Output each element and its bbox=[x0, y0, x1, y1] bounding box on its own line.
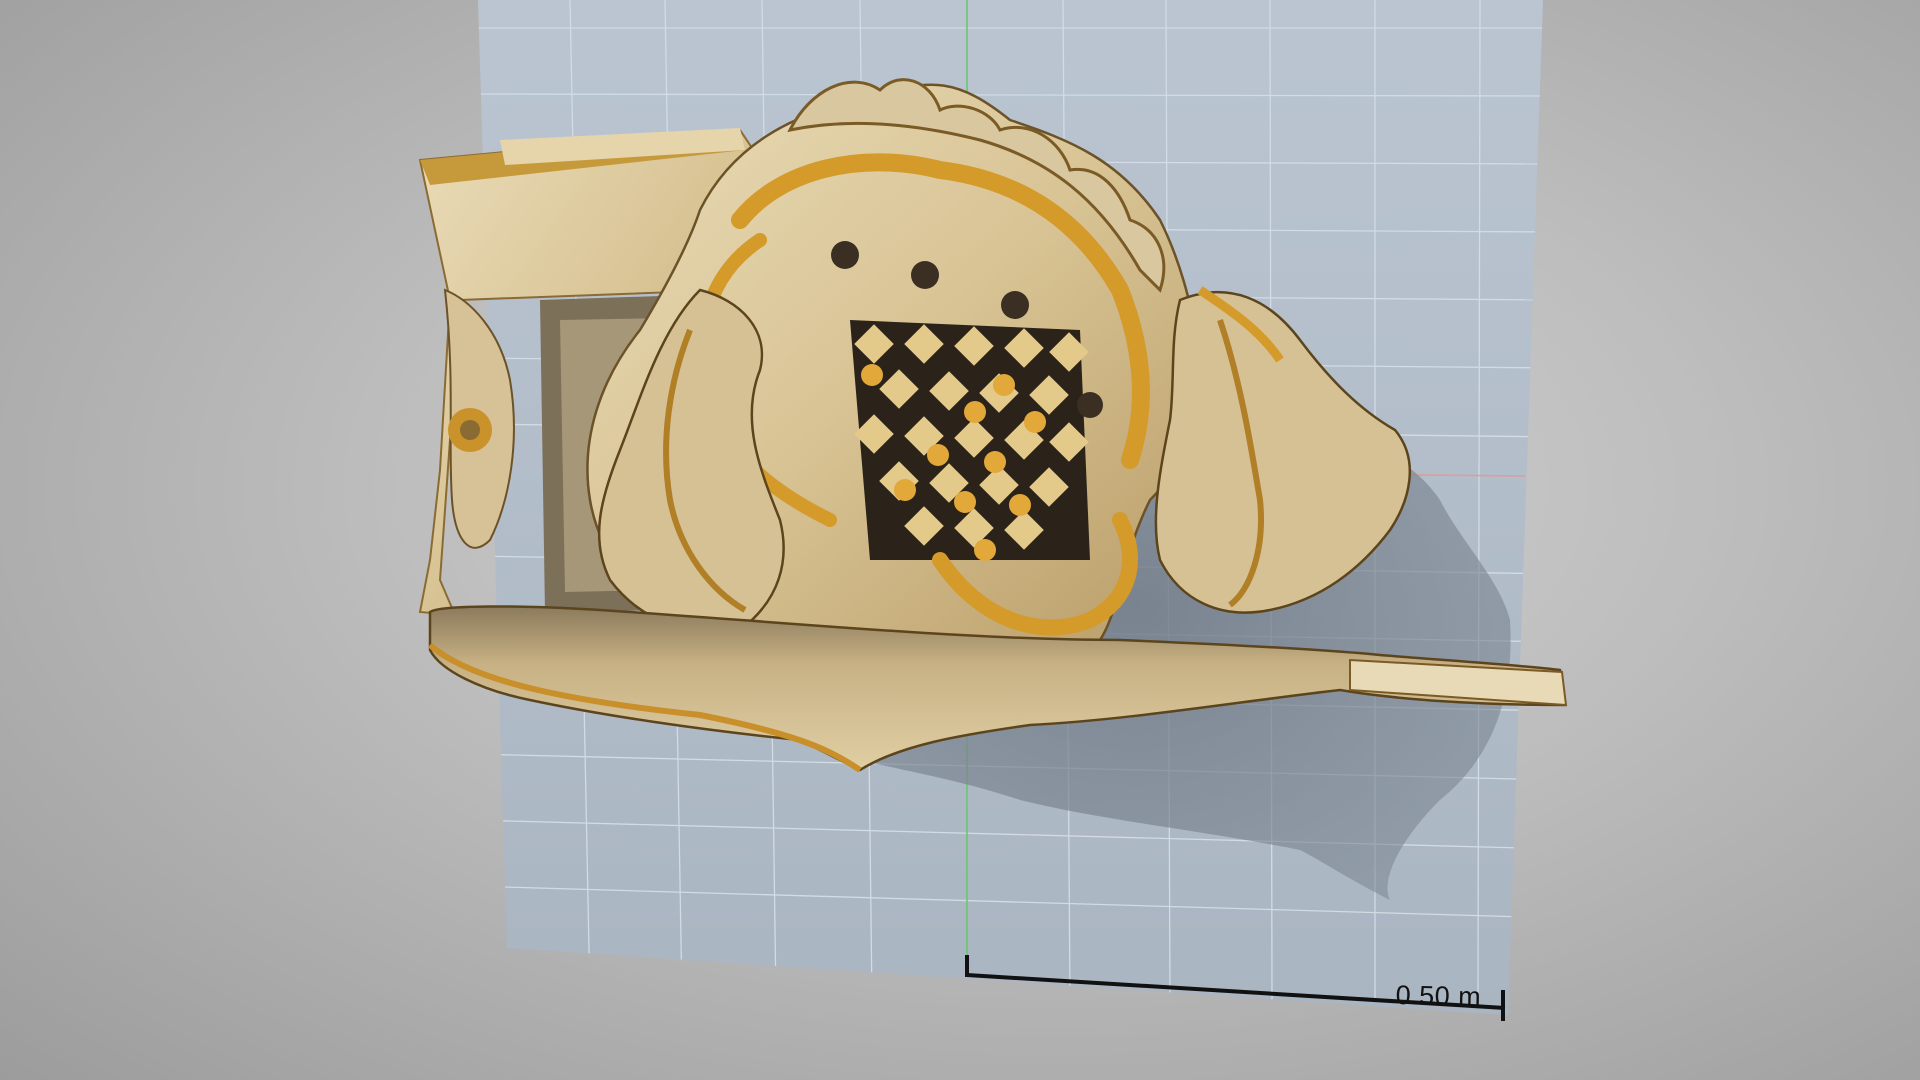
3d-viewport[interactable]: 0.50 m bbox=[0, 0, 1920, 1080]
scene-canvas[interactable] bbox=[0, 0, 1920, 1080]
scale-bar-label: 0.50 m bbox=[1395, 980, 1482, 1012]
lattice-panel bbox=[850, 320, 1090, 561]
